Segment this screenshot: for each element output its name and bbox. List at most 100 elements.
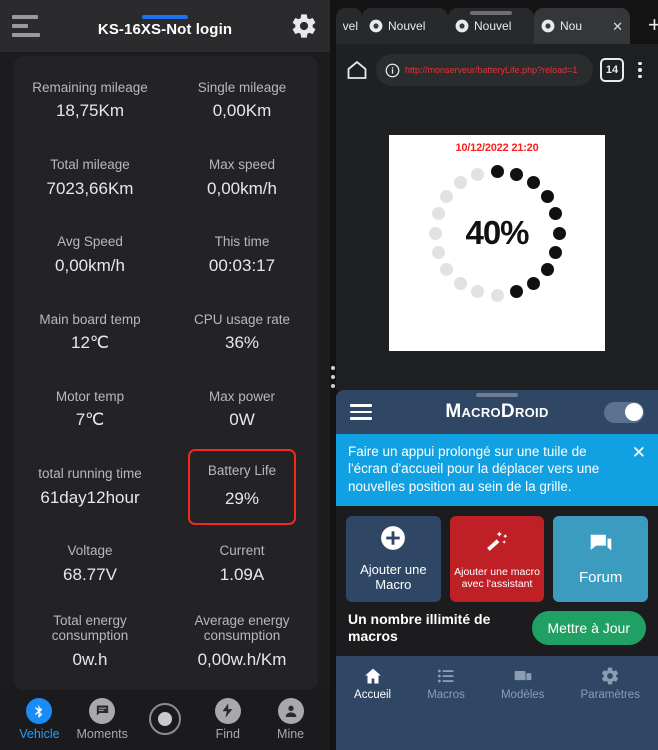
stat-value: 0,00Km <box>212 101 272 121</box>
browser-tabstrip: vel Nouvel Nouvel Nou ✕ + <box>336 0 658 44</box>
tab-counter-button[interactable]: 14 <box>600 58 624 82</box>
stat-label: Max speed <box>208 157 276 173</box>
stat-value: 0,00km/h <box>55 255 125 275</box>
stat-total-energy-consumption: Total energy consumption 0w.h <box>14 603 166 680</box>
stat-label: Max power <box>208 388 276 404</box>
kebab-menu-icon[interactable] <box>631 61 649 79</box>
gauge-dot <box>431 207 445 221</box>
stat-voltage: Voltage 68.77V <box>14 526 166 603</box>
stat-value: 29% <box>224 488 259 508</box>
stat-label: This time <box>214 234 270 250</box>
info-icon[interactable] <box>385 63 400 78</box>
stat-label: Voltage <box>67 543 113 559</box>
templates-icon <box>512 665 534 687</box>
stat-value: 12℃ <box>70 333 109 353</box>
stat-main-board-temp: Main board temp 12℃ <box>14 294 166 371</box>
upgrade-button[interactable]: Mettre à Jour <box>531 610 646 645</box>
stats-row: Motor temp 7℃ Max power 0W <box>14 371 318 448</box>
hamburger-icon[interactable] <box>350 404 372 420</box>
home-icon <box>362 665 384 687</box>
close-icon[interactable]: ✕ <box>632 443 646 461</box>
nav-item-modeles[interactable]: Modèles <box>501 665 544 701</box>
stat-value: 7℃ <box>75 410 105 430</box>
stat-this-time: This time 00:03:17 <box>166 217 318 294</box>
nav-item-parametres[interactable]: Paramètres <box>581 665 640 701</box>
upgrade-text: Un nombre illimité de macros <box>348 611 491 644</box>
hamburger-icon[interactable] <box>12 15 42 37</box>
home-icon[interactable] <box>345 58 369 82</box>
stat-value: 1.09A <box>219 564 265 584</box>
stat-label: Total energy consumption <box>51 612 129 644</box>
nav-item-accueil[interactable]: Accueil <box>354 665 391 701</box>
gear-icon <box>599 665 621 687</box>
stat-label: Current <box>219 543 265 559</box>
browser-tab-3-active[interactable]: Nou ✕ <box>534 8 630 44</box>
nav-label: Vehicle <box>19 726 60 741</box>
nav-item-mine[interactable]: Mine <box>261 697 321 741</box>
stat-current: Current 1.09A <box>166 526 318 603</box>
macrodroid-header: MacroDroid <box>336 390 658 434</box>
browser-tab-0[interactable]: vel <box>336 8 362 44</box>
nav-label: Macros <box>427 688 465 701</box>
stat-value: 18,75Km <box>55 101 125 121</box>
browser-toolbar: http://monserveur/batteryLife.php?reload… <box>336 44 658 96</box>
kingsong-title-text: KS-16XS-Not login <box>97 20 233 38</box>
gauge-dot <box>540 262 554 276</box>
stats-row: Total energy consumption 0w.h Average en… <box>14 603 318 680</box>
kingsong-bottom-nav: Vehicle Moments Find Mine <box>0 690 330 750</box>
stats-row: Voltage 68.77V Current 1.09A <box>14 526 318 603</box>
nav-label: Accueil <box>354 688 392 701</box>
gauge-percent-label: 40% <box>465 214 529 251</box>
nav-item-vehicle[interactable]: Vehicle <box>9 697 69 741</box>
nav-item-find[interactable]: Find <box>198 697 258 741</box>
stat-cpu-usage-rate: CPU usage rate 36% <box>166 294 318 371</box>
tile-label: Forum <box>579 569 623 587</box>
battery-life-highlight-box: Battery Life 29% <box>187 449 297 525</box>
browser-tab-2[interactable]: Nouvel <box>448 8 534 44</box>
new-tab-button[interactable]: + <box>638 14 658 44</box>
tab-title: Nouvel <box>474 19 512 33</box>
gauge-dot <box>454 276 468 290</box>
stat-value: 68.77V <box>63 564 117 584</box>
stat-label: Motor temp <box>55 388 125 404</box>
gauge-dot <box>509 167 523 181</box>
stat-max-power: Max power 0W <box>166 371 318 448</box>
forum-chat-icon <box>588 531 614 562</box>
nav-label: Mine <box>277 726 305 741</box>
macrodroid-bottom-nav: Accueil Macros Modèles Paramètres <box>336 655 658 710</box>
tab-title: Nou <box>560 19 583 33</box>
nav-item-record[interactable] <box>135 703 195 735</box>
chrome-icon <box>541 19 555 33</box>
kingsong-app-panel: KS-16XS-Not login Remaining mileage 18,7… <box>0 0 330 750</box>
window-drag-handle-icon[interactable] <box>476 393 518 397</box>
tile-forum[interactable]: Forum <box>553 515 649 602</box>
tile-add-macro-wizard[interactable]: Ajouter une macro avec l'assistant <box>449 515 545 602</box>
stat-label: total running time <box>38 466 142 482</box>
plus-circle-icon <box>380 525 406 556</box>
stat-label: Single mileage <box>197 79 287 95</box>
browser-tab-1[interactable]: Nouvel <box>362 8 448 44</box>
stat-value: 36% <box>224 333 260 353</box>
url-bar[interactable]: http://monserveur/batteryLife.php?reload… <box>376 54 593 86</box>
stat-value: 00:03:17 <box>208 255 276 275</box>
nav-label: Modèles <box>500 688 545 701</box>
macrodroid-enable-toggle[interactable] <box>604 401 644 423</box>
gauge-dot-ring: 40% <box>422 158 572 308</box>
tile-add-macro[interactable]: Ajouter une Macro <box>346 515 441 602</box>
tab-title: vel <box>342 19 358 33</box>
divider-grip-icon <box>331 366 335 388</box>
list-icon <box>435 665 457 687</box>
close-icon[interactable]: ✕ <box>609 20 623 33</box>
gauge-dot <box>540 190 554 204</box>
web-page-content: 10/12/2022 21:20 40% <box>336 96 658 390</box>
chrome-icon <box>455 19 469 33</box>
gauge-dot <box>526 276 540 290</box>
tab-title: Nouvel <box>388 19 426 33</box>
nav-item-moments[interactable]: Moments <box>72 697 132 741</box>
macrodroid-upgrade-banner: Un nombre illimité de macros Mettre à Jo… <box>336 601 658 656</box>
tab-drag-handle-icon <box>470 11 512 15</box>
gear-icon[interactable] <box>290 12 318 40</box>
gauge-dot <box>428 226 442 240</box>
split-screen-root: KS-16XS-Not login Remaining mileage 18,7… <box>0 0 658 750</box>
nav-item-macros[interactable]: Macros <box>427 665 465 701</box>
